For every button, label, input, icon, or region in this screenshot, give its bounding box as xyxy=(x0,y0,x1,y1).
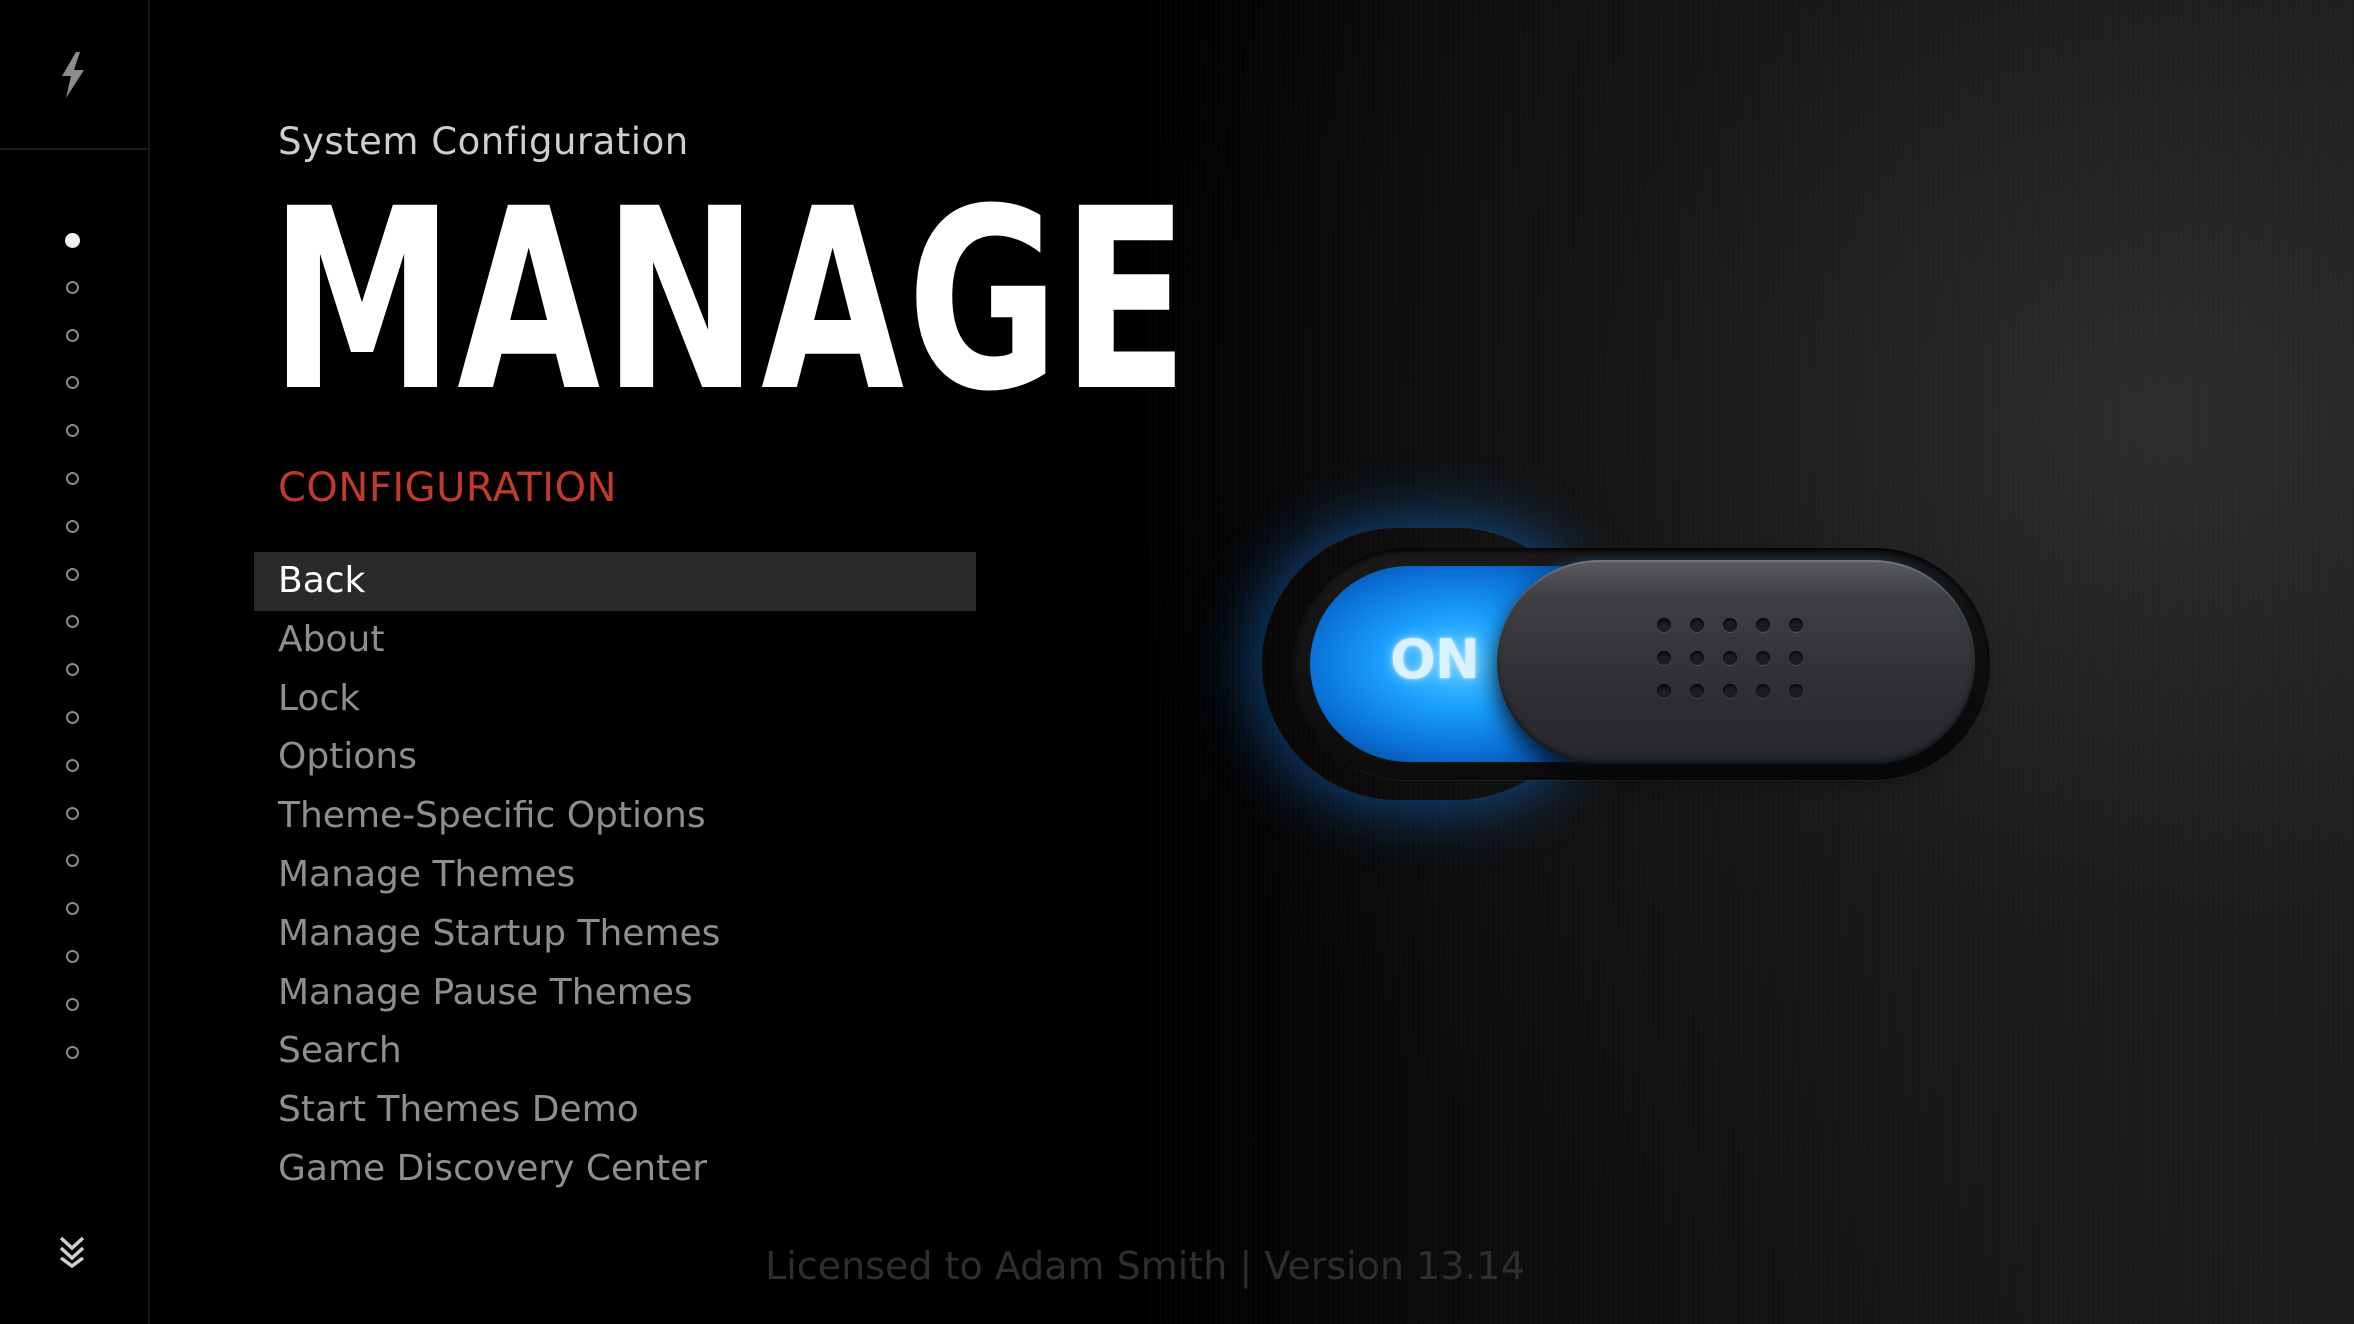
page-dot-17[interactable] xyxy=(66,997,79,1011)
page-dot-2[interactable] xyxy=(66,280,79,294)
page-dot-1[interactable] xyxy=(65,233,80,248)
menu-item-theme-specific-options[interactable]: Theme-Specific Options xyxy=(254,787,976,846)
grip-dot xyxy=(1789,651,1803,665)
menu-item-manage-pause-themes[interactable]: Manage Pause Themes xyxy=(254,964,976,1023)
page-dot-14[interactable] xyxy=(66,854,79,868)
grip-dot xyxy=(1723,618,1737,632)
page-dot-11[interactable] xyxy=(66,711,79,724)
page-title: MANAGE xyxy=(270,155,1192,446)
page-dot-9[interactable] xyxy=(66,615,79,629)
menu-item-options[interactable]: Options xyxy=(254,728,976,787)
license-text: Licensed to Adam Smith | Version 13.14 xyxy=(765,1244,1525,1288)
menu-item-search[interactable]: Search xyxy=(254,1022,976,1081)
menu-item-manage-startup-themes[interactable]: Manage Startup Themes xyxy=(254,905,976,964)
grip-dot xyxy=(1756,651,1770,665)
grip-dot xyxy=(1789,618,1803,632)
menu-item-manage-themes[interactable]: Manage Themes xyxy=(254,846,976,905)
logo xyxy=(0,0,148,150)
page-dot-7[interactable] xyxy=(66,519,79,533)
menu-item-start-themes-demo[interactable]: Start Themes Demo xyxy=(254,1081,976,1140)
page-dot-12[interactable] xyxy=(66,758,79,772)
screen: System Configuration MANAGE CONFIGURATIO… xyxy=(0,0,2354,1324)
page-dot-13[interactable] xyxy=(66,806,79,820)
page-dot-5[interactable] xyxy=(66,424,79,438)
page-dot-4[interactable] xyxy=(66,376,79,390)
grip-dot xyxy=(1690,618,1704,632)
page-dot-16[interactable] xyxy=(66,950,79,963)
grip-dot xyxy=(1690,651,1704,665)
page-dot-15[interactable] xyxy=(66,902,79,916)
footer: Licensed to Adam Smith | Version 13.14 xyxy=(0,1244,2354,1288)
grip-dot xyxy=(1756,618,1770,632)
page-dot-10[interactable] xyxy=(66,663,79,677)
menu-item-game-discovery-center[interactable]: Game Discovery Center xyxy=(254,1140,976,1199)
grip-dot xyxy=(1690,684,1704,698)
toggle-knob[interactable] xyxy=(1497,560,1975,764)
page-dot-8[interactable] xyxy=(66,567,79,581)
page-dot-18[interactable] xyxy=(66,1045,79,1059)
grip-dot xyxy=(1657,651,1671,665)
on-off-toggle[interactable]: ON xyxy=(1292,548,1990,780)
menu-item-about[interactable]: About xyxy=(254,611,976,670)
grip-dot xyxy=(1789,684,1803,698)
grip-dots-icon xyxy=(1657,618,1817,708)
menu-item-back[interactable]: Back xyxy=(254,552,976,611)
sidebar xyxy=(0,0,150,1324)
page-dot-3[interactable] xyxy=(66,328,79,342)
menu-item-lock[interactable]: Lock xyxy=(254,670,976,729)
grip-dot xyxy=(1756,684,1770,698)
page-dot-6[interactable] xyxy=(66,472,79,485)
grip-dot xyxy=(1657,618,1671,632)
lightning-bolt-icon xyxy=(62,52,84,98)
grip-dot xyxy=(1723,684,1737,698)
menu-list: Back About Lock Options Theme-Specific Optio… xyxy=(254,552,976,1199)
grip-dot xyxy=(1657,684,1671,698)
toggle-state-label: ON xyxy=(1390,628,1480,691)
grip-dot xyxy=(1723,651,1737,665)
section-heading: CONFIGURATION xyxy=(278,465,617,511)
